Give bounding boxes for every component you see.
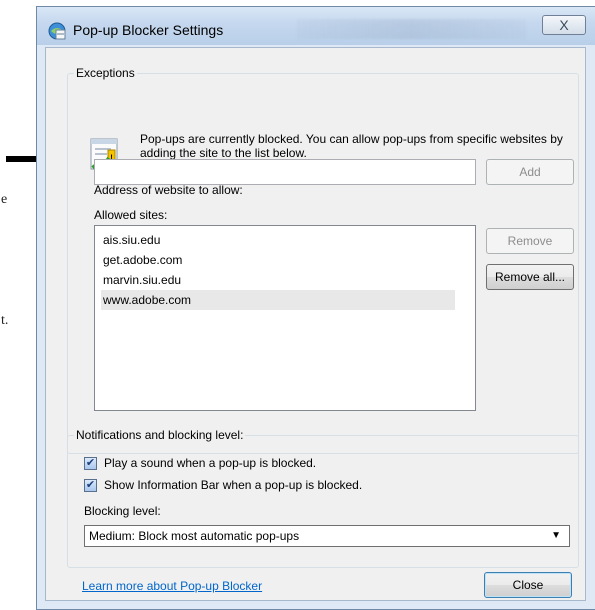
background-text-fragment: t. xyxy=(1,313,9,328)
allowed-sites-list[interactable]: ais.siu.edu get.adobe.com marvin.siu.edu… xyxy=(94,225,476,411)
add-button[interactable]: Add xyxy=(486,159,574,185)
remove-button[interactable]: Remove xyxy=(486,228,574,254)
close-button[interactable]: Close xyxy=(484,572,572,598)
list-item[interactable]: ais.siu.edu xyxy=(101,230,455,250)
dialog-content: Exceptions ! Pop-ups are currently block… xyxy=(45,47,586,601)
blocking-level-label: Blocking level: xyxy=(84,504,161,518)
list-item[interactable]: marvin.siu.edu xyxy=(101,270,455,290)
remove-all-button[interactable]: Remove all... xyxy=(486,264,574,290)
blocking-level-select[interactable]: Medium: Block most automatic pop-ups ▼ xyxy=(84,525,570,547)
exceptions-group-label: Exceptions xyxy=(76,66,135,80)
title-bar[interactable]: Pop-up Blocker Settings X xyxy=(37,7,595,45)
info-bar-checkbox[interactable]: ✔ xyxy=(84,479,97,492)
play-sound-label: Play a sound when a pop-up is blocked. xyxy=(104,456,317,470)
notifications-group-label: Notifications and blocking level: xyxy=(76,428,244,442)
popup-blocker-dialog: Pop-up Blocker Settings X Exceptions ! P… xyxy=(36,6,595,610)
info-message: Pop-ups are currently blocked. You can a… xyxy=(140,132,563,160)
list-item[interactable]: get.adobe.com xyxy=(101,250,455,270)
info-bar-label: Show Information Bar when a pop-up is bl… xyxy=(104,478,363,492)
notifications-group: Notifications and blocking level: xyxy=(67,428,579,568)
allowed-sites-label: Allowed sites: xyxy=(94,208,168,222)
shield-globe-icon xyxy=(48,22,66,40)
list-item-selected[interactable]: www.adobe.com xyxy=(101,290,455,310)
titlebar-background xyxy=(297,19,526,39)
chevron-down-icon: ▼ xyxy=(551,530,561,541)
window-title: Pop-up Blocker Settings xyxy=(73,22,224,38)
learn-more-link[interactable]: Learn more about Pop-up Blocker xyxy=(82,579,262,593)
blocking-level-value: Medium: Block most automatic pop-ups xyxy=(89,529,300,543)
address-label: Address of website to allow: xyxy=(94,183,243,197)
address-input[interactable] xyxy=(94,159,476,185)
close-window-button[interactable]: X xyxy=(542,15,586,35)
play-sound-checkbox[interactable]: ✔ xyxy=(84,457,97,470)
background-text-fragment: e xyxy=(1,192,8,207)
